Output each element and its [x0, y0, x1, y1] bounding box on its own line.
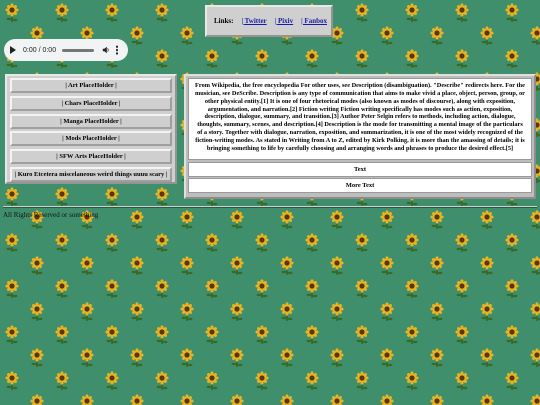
- twitter-link[interactable]: | Twitter: [241, 17, 266, 25]
- text-button[interactable]: Text: [188, 161, 532, 177]
- menu-item-art[interactable]: | Art PlaceHolder |: [10, 78, 172, 93]
- more-text-button[interactable]: More Text: [188, 178, 532, 193]
- menu-item-sfw-arts[interactable]: | SFW Arts PlaceHolder |: [10, 149, 172, 165]
- menu-item-mods[interactable]: | Mods PlaceHolder |: [10, 131, 172, 147]
- fanbox-link[interactable]: | Fanbox: [301, 17, 327, 25]
- menu-item-chars[interactable]: | Chars PlaceHolder |: [10, 95, 172, 111]
- audio-time: 0:00 / 0:00: [23, 46, 57, 54]
- sidebar-menu: | Art PlaceHolder | | Chars PlaceHolder …: [5, 74, 177, 184]
- play-icon[interactable]: [10, 46, 16, 54]
- links-box: Links: | Twitter | Pixiv | Fanbox: [205, 5, 333, 37]
- audio-player: 0:00 / 0:00: [4, 39, 128, 61]
- pixiv-link[interactable]: | Pixiv: [275, 17, 293, 25]
- menu-item-kuro-etcetera[interactable]: | Kuro Etcetera miscelaneous weird thing…: [10, 166, 172, 182]
- audio-seek-bar[interactable]: [62, 48, 95, 52]
- content-panel: From Wikipedia, the free encyclopedia Fo…: [184, 74, 536, 199]
- description-text: From Wikipedia, the free encyclopedia Fo…: [188, 78, 532, 160]
- menu-item-manga[interactable]: | Manga PlaceHolder |: [10, 113, 172, 129]
- more-options-icon[interactable]: [116, 45, 119, 55]
- footer-text: All Rights Reserved or something: [3, 211, 99, 219]
- divider: [3, 206, 537, 208]
- links-label: Links:: [214, 17, 234, 25]
- volume-icon[interactable]: [102, 46, 110, 54]
